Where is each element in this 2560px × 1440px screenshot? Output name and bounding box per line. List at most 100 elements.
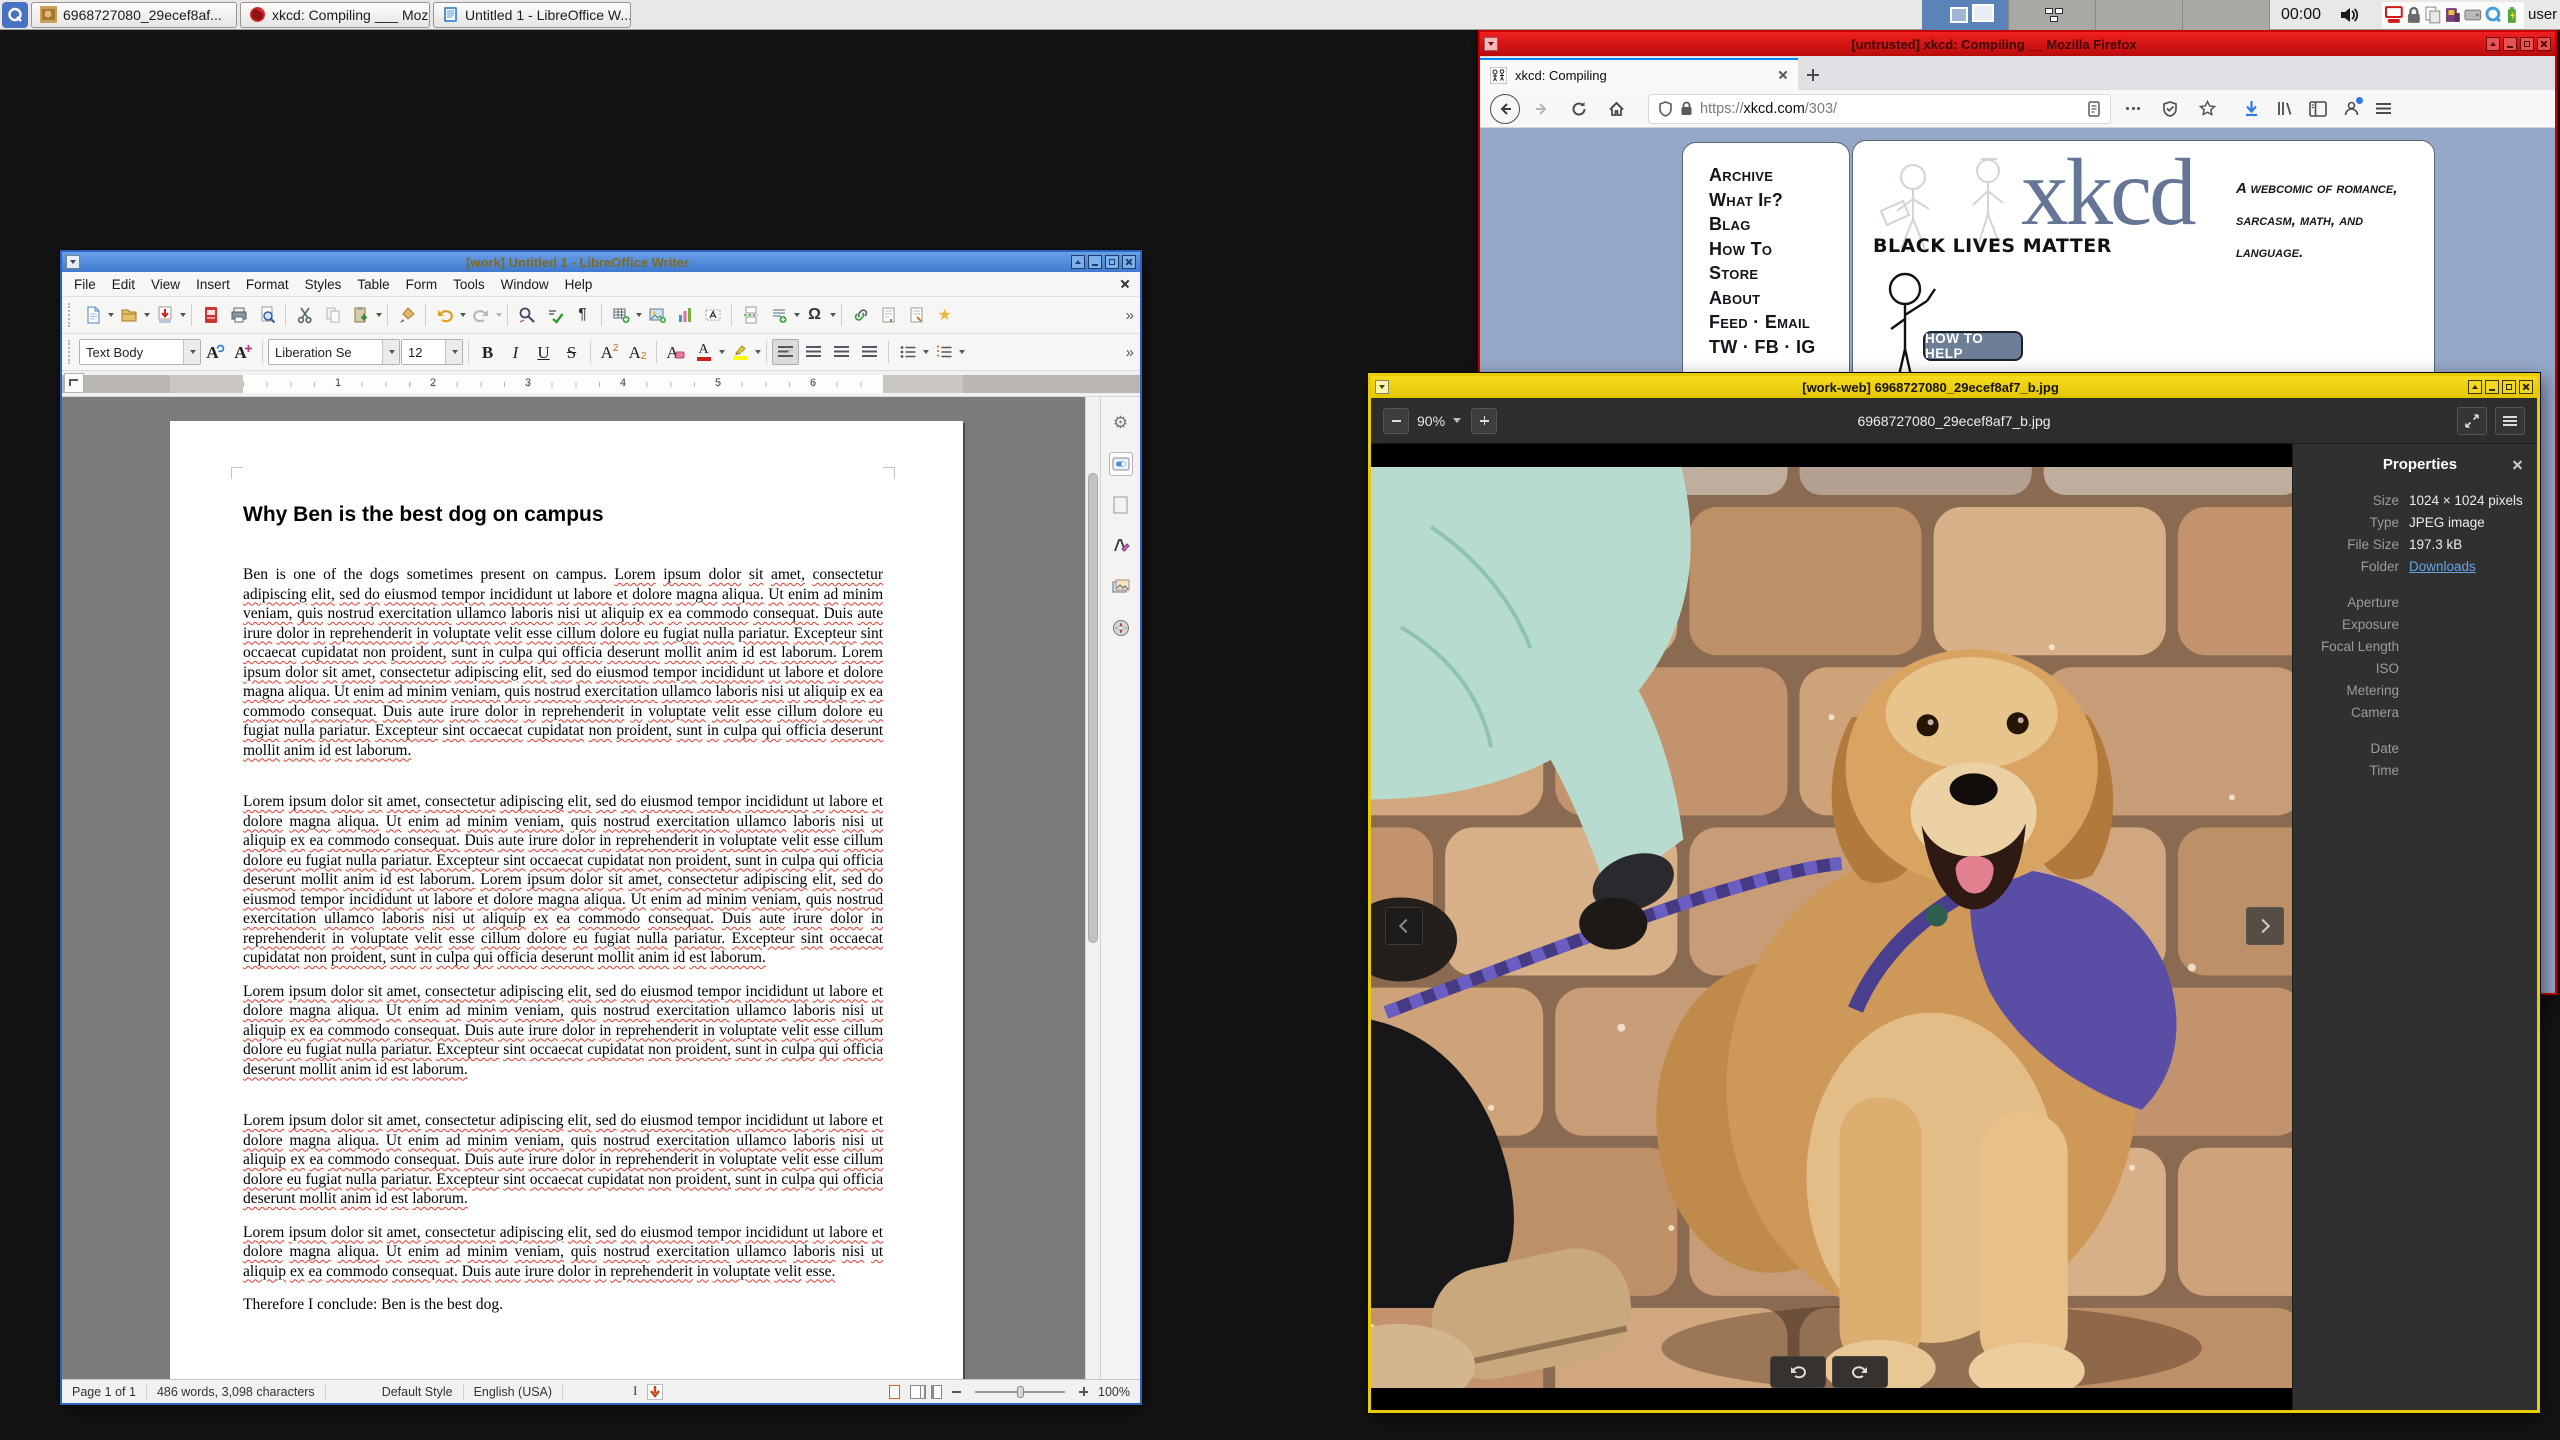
image-display-area[interactable] xyxy=(1371,444,2292,1410)
shade-button[interactable] xyxy=(1071,255,1085,269)
font-color-dropdown[interactable] xyxy=(719,350,725,354)
insert-hyperlink-button[interactable] xyxy=(847,302,874,328)
word-count[interactable]: 486 words, 3,098 characters xyxy=(157,1385,315,1399)
special-character-dropdown[interactable] xyxy=(830,313,836,317)
zoom-dropdown-icon[interactable] xyxy=(1453,418,1462,423)
menu-help[interactable]: Help xyxy=(557,274,601,295)
vertical-scrollbar[interactable] xyxy=(1085,397,1100,1379)
document-page[interactable]: Why Ben is the best dog on campus Ben is… xyxy=(170,421,963,1379)
user-label[interactable]: user xyxy=(2528,6,2557,23)
maximize-button[interactable] xyxy=(2520,37,2534,51)
menu-format[interactable]: Format xyxy=(238,274,297,295)
numbered-list-button[interactable] xyxy=(930,339,957,365)
insert-chart-button[interactable] xyxy=(671,302,698,328)
shade-button[interactable] xyxy=(2486,37,2500,51)
insert-footnote-button[interactable] xyxy=(875,302,902,328)
lock-tray-icon[interactable] xyxy=(2404,5,2424,25)
font-size-combo[interactable]: 12 xyxy=(401,339,463,365)
bullet-list-button[interactable] xyxy=(894,339,921,365)
menu-form[interactable]: Form xyxy=(398,274,446,295)
xkcd-nav-store[interactable]: Store xyxy=(1709,261,1849,286)
menu-window[interactable]: Window xyxy=(493,274,557,295)
workspace-1[interactable] xyxy=(1922,0,2009,30)
app-menu-icon[interactable] xyxy=(2376,103,2391,114)
undo-button[interactable] xyxy=(431,302,458,328)
strikethrough-button[interactable]: S xyxy=(558,339,585,365)
menu-tools[interactable]: Tools xyxy=(445,274,493,295)
align-justify-button[interactable] xyxy=(856,339,883,365)
zoom-slider-knob[interactable] xyxy=(1017,1385,1025,1398)
qubes-launcher-button[interactable] xyxy=(2,1,28,28)
bookmark-star-icon[interactable] xyxy=(2192,94,2222,124)
menu-styles[interactable]: Styles xyxy=(297,274,350,295)
window-menu-icon[interactable] xyxy=(1375,380,1389,394)
xkcd-nav-howto[interactable]: How To xyxy=(1709,237,1849,262)
bold-button[interactable]: B xyxy=(474,339,501,365)
toolbar-grip[interactable] xyxy=(68,340,73,364)
sidebar-settings-icon[interactable]: ⚙ xyxy=(1109,411,1133,435)
writer-titlebar[interactable]: [work] Untitled 1 - LibreOffice Writer xyxy=(62,252,1140,272)
tab-close-icon[interactable] xyxy=(1778,70,1788,80)
sidebar-gallery-icon[interactable] xyxy=(1109,575,1133,599)
xkcd-logo[interactable]: xkcd xyxy=(2021,137,2197,247)
field-dropdown[interactable] xyxy=(794,313,800,317)
sidebar-page-icon[interactable] xyxy=(1109,493,1133,517)
network-tray-icon[interactable] xyxy=(2384,5,2404,25)
new-dropdown[interactable] xyxy=(108,313,114,317)
window-menu-icon[interactable] xyxy=(66,255,80,269)
minimize-button[interactable] xyxy=(1088,255,1102,269)
new-document-button[interactable] xyxy=(79,302,106,328)
print-preview-button[interactable] xyxy=(253,302,280,328)
update-style-button[interactable]: A xyxy=(202,339,229,365)
paragraph-style-combo[interactable]: Text Body xyxy=(79,339,201,365)
xkcd-nav-about[interactable]: About xyxy=(1709,286,1849,311)
zoom-in-icon[interactable] xyxy=(1079,1387,1089,1396)
viewer-menu-button[interactable] xyxy=(2495,406,2525,435)
viewer-titlebar[interactable]: [work-web] 6968727080_29ecef8af7_b.jpg xyxy=(1371,376,2537,398)
save-status-icon[interactable] xyxy=(647,1383,664,1400)
reload-button[interactable] xyxy=(1564,94,1594,124)
zoom-out-button[interactable] xyxy=(1383,407,1409,434)
sidebar-properties-icon[interactable] xyxy=(1108,452,1133,476)
toolbar-overflow-icon[interactable]: » xyxy=(1126,307,1134,324)
insert-field-button[interactable] xyxy=(765,302,792,328)
font-dropdown[interactable] xyxy=(382,340,399,364)
find-replace-button[interactable] xyxy=(513,302,540,328)
toolbar-grip[interactable] xyxy=(68,303,73,327)
size-dropdown[interactable] xyxy=(445,340,462,364)
zoom-level[interactable]: 90% xyxy=(1417,413,1445,429)
clock[interactable]: 00:00 xyxy=(2272,6,2330,24)
rotate-right-button[interactable] xyxy=(1831,1356,1888,1388)
clear-formatting-button[interactable]: A xyxy=(662,339,689,365)
align-right-button[interactable] xyxy=(828,339,855,365)
page-count[interactable]: Page 1 of 1 xyxy=(72,1385,136,1399)
italic-button[interactable]: I xyxy=(502,339,529,365)
pocket-icon[interactable] xyxy=(2155,94,2185,124)
special-character-button[interactable]: Ω xyxy=(801,302,828,328)
close-button[interactable] xyxy=(1122,255,1136,269)
back-button[interactable] xyxy=(1490,93,1520,124)
redo-button[interactable] xyxy=(467,302,494,328)
disk-tray-icon[interactable] xyxy=(2463,5,2483,25)
rotate-left-button[interactable] xyxy=(1769,1356,1826,1388)
highlight-button[interactable] xyxy=(726,339,753,365)
insert-bookmark-button[interactable]: ★ xyxy=(931,302,958,328)
xkcd-nav-social[interactable]: TW · FB · IG xyxy=(1709,335,1849,360)
new-tab-button[interactable] xyxy=(1798,60,1828,90)
taskbar-window-firefox[interactable]: xkcd: Compiling ___ Moz... xyxy=(240,1,430,28)
workspace-3[interactable] xyxy=(2096,0,2183,30)
scrollbar-thumb[interactable] xyxy=(1088,473,1098,943)
folder-link[interactable]: Downloads xyxy=(2409,559,2476,574)
forward-button[interactable] xyxy=(1527,94,1557,124)
permissions-shield-icon[interactable] xyxy=(1658,100,1673,117)
maximize-button[interactable] xyxy=(1105,255,1119,269)
properties-close-icon[interactable] xyxy=(2511,459,2523,471)
spelling-button[interactable] xyxy=(541,302,568,328)
minimize-button[interactable] xyxy=(2485,380,2499,394)
taskbar-window-image[interactable]: 6968727080_29ecef8af... xyxy=(31,1,237,28)
xkcd-nav-archive[interactable]: Archive xyxy=(1709,163,1849,188)
menu-file[interactable]: File xyxy=(66,274,104,295)
insert-endnote-button[interactable] xyxy=(903,302,930,328)
zoom-in-button[interactable] xyxy=(1471,407,1498,434)
downloads-icon[interactable] xyxy=(2243,100,2260,117)
